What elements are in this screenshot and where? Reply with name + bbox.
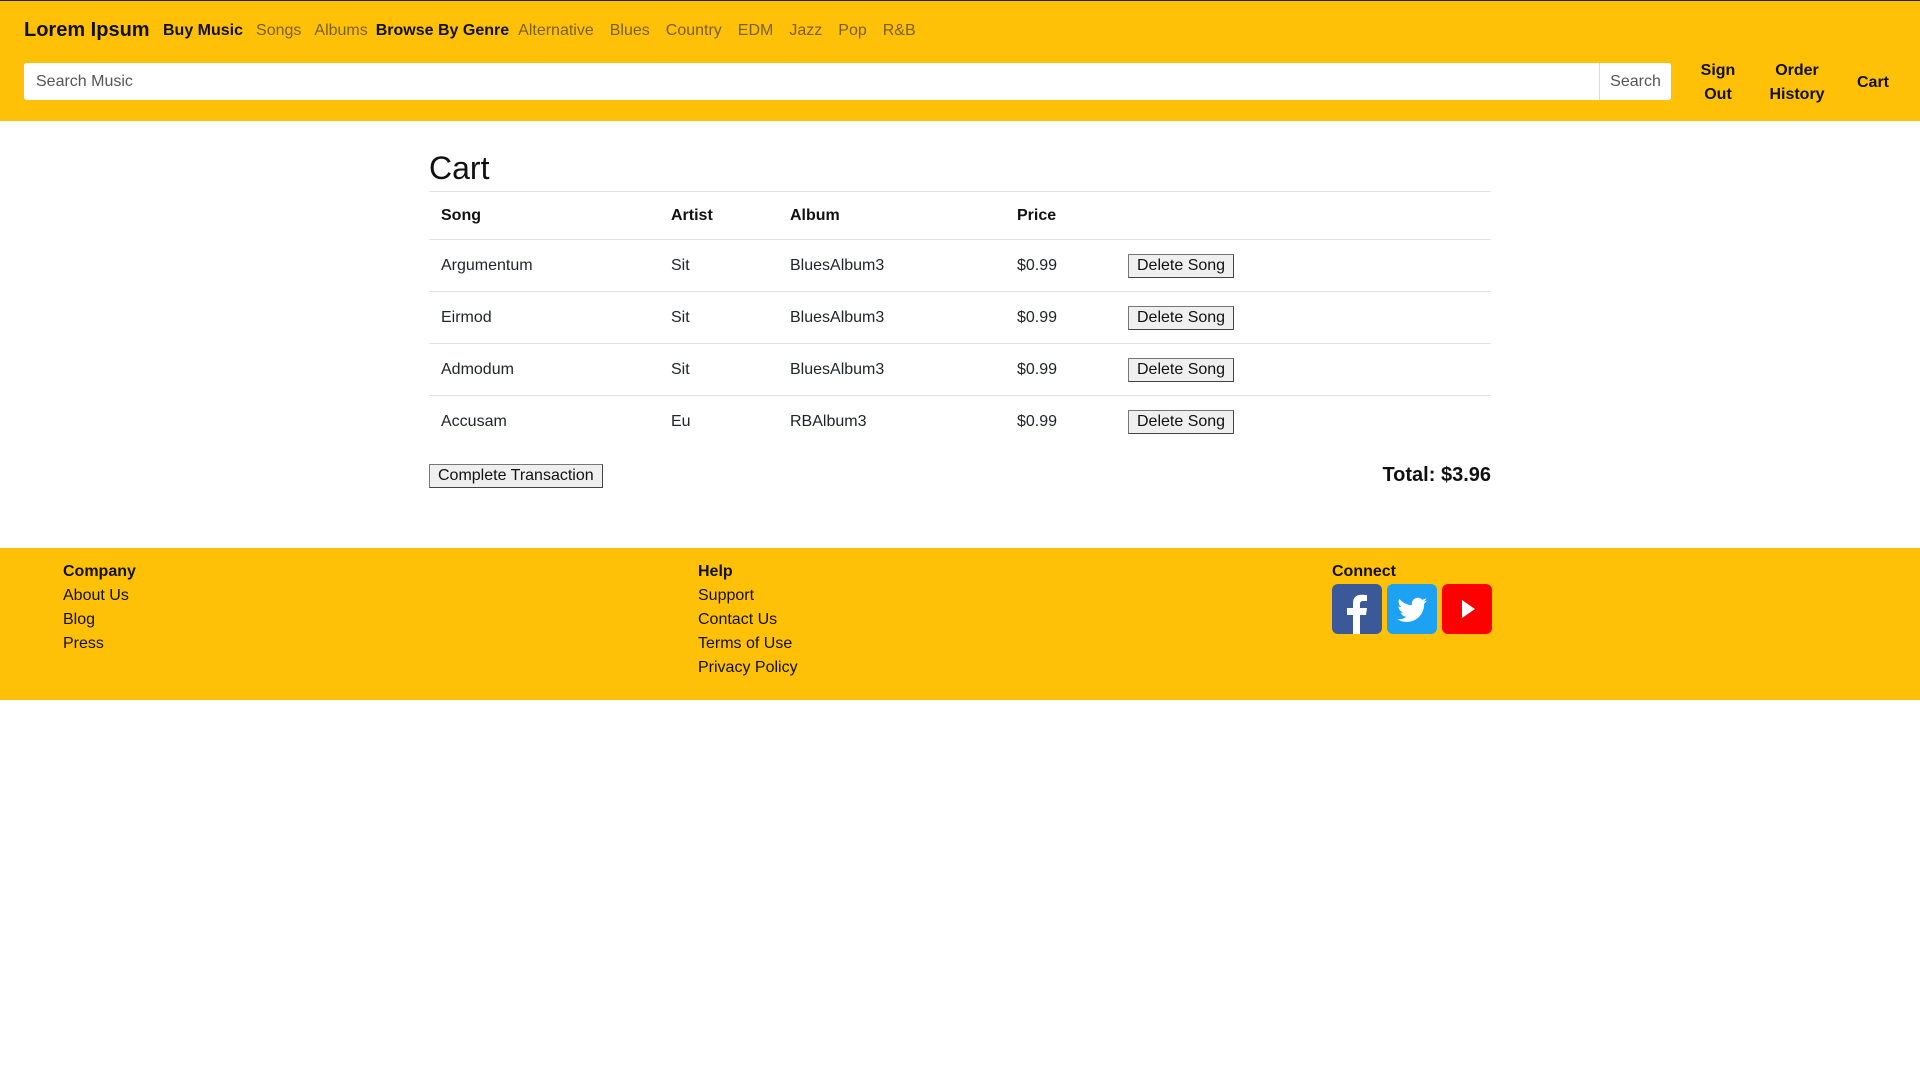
footer-link-blog[interactable]: Blog [63, 608, 136, 632]
footer: Company About Us Blog Press Help Support… [0, 548, 1920, 700]
sign-out-link[interactable]: Sign Out [1690, 59, 1746, 107]
sign-out-label-line1: Sign [1700, 62, 1736, 79]
nav-genre-edm[interactable]: EDM [738, 22, 774, 39]
delete-song-button[interactable]: Delete Song [1128, 409, 1235, 434]
order-history-link[interactable]: Order History [1762, 59, 1832, 107]
delete-song-button[interactable]: Delete Song [1128, 253, 1235, 278]
table-row: Argumentum Sit BluesAlbum3 $0.99 Delete … [429, 239, 1491, 292]
footer-help: Help Support Contact Us Terms of Use Pri… [698, 560, 798, 680]
footer-link-contact-us[interactable]: Contact Us [698, 608, 798, 632]
footer-company: Company About Us Blog Press [63, 560, 136, 656]
column-header-artist: Artist [659, 191, 778, 240]
nav-albums[interactable]: Albums [314, 22, 367, 39]
social-links [1332, 584, 1492, 634]
cell-action: Delete Song [1116, 291, 1491, 344]
footer-link-terms-of-use[interactable]: Terms of Use [698, 632, 798, 656]
search-button[interactable]: Search [1599, 63, 1671, 100]
footer-link-privacy-policy[interactable]: Privacy Policy [698, 656, 798, 680]
cell-price: $0.99 [1005, 239, 1116, 292]
sign-out-label-line2: Out [1704, 86, 1732, 103]
cell-price: $0.99 [1005, 343, 1116, 396]
nav-genre-pop[interactable]: Pop [838, 22, 866, 39]
search-input[interactable] [24, 63, 1599, 100]
cart-table: Song Artist Album Price Argumentum Sit B… [429, 191, 1491, 448]
nav-genre-rnb[interactable]: R&B [883, 22, 916, 39]
nav-browse-by-genre[interactable]: Browse By Genre [376, 22, 509, 39]
cell-action: Delete Song [1116, 395, 1491, 448]
cell-album: RBAlbum3 [778, 395, 1005, 448]
cell-artist: Sit [659, 239, 778, 292]
search-bar: Search [24, 63, 1671, 100]
cell-action: Delete Song [1116, 343, 1491, 396]
cart-total: Total: $3.96 [1382, 463, 1491, 486]
nav-songs[interactable]: Songs [256, 22, 301, 39]
cart-link[interactable]: Cart [1852, 71, 1894, 95]
top-navbar: Lorem Ipsum Buy Music Songs Albums Browse B… [0, 0, 1920, 121]
footer-link-press[interactable]: Press [63, 632, 136, 656]
column-header-song: Song [429, 191, 659, 240]
column-header-actions [1116, 191, 1491, 240]
column-header-album: Album [778, 191, 1005, 240]
footer-heading-help: Help [698, 563, 733, 580]
table-header-row: Song Artist Album Price [429, 191, 1491, 240]
cell-album: BluesAlbum3 [778, 343, 1005, 396]
footer-link-about-us[interactable]: About Us [63, 584, 136, 608]
nav-genre-country[interactable]: Country [666, 22, 722, 39]
youtube-icon[interactable] [1442, 584, 1492, 634]
column-header-price: Price [1005, 191, 1116, 240]
nav-genre-blues[interactable]: Blues [610, 22, 650, 39]
footer-heading-connect: Connect [1332, 563, 1396, 580]
facebook-icon[interactable] [1332, 584, 1382, 634]
cell-song: Admodum [429, 343, 659, 396]
nav-buy-music[interactable]: Buy Music [163, 22, 243, 39]
cell-song: Accusam [429, 395, 659, 448]
order-history-label-line2: History [1769, 86, 1825, 103]
twitter-icon[interactable] [1387, 584, 1437, 634]
cell-song: Eirmod [429, 291, 659, 344]
cell-song: Argumentum [429, 239, 659, 292]
cell-price: $0.99 [1005, 395, 1116, 448]
cell-album: BluesAlbum3 [778, 239, 1005, 292]
cell-artist: Sit [659, 343, 778, 396]
nav-genre-alternative[interactable]: Alternative [518, 22, 594, 39]
delete-song-button[interactable]: Delete Song [1128, 305, 1235, 330]
cell-artist: Sit [659, 291, 778, 344]
delete-song-button[interactable]: Delete Song [1128, 357, 1235, 382]
cell-price: $0.99 [1005, 291, 1116, 344]
brand-logo[interactable]: Lorem Ipsum [24, 19, 150, 42]
cell-artist: Eu [659, 395, 778, 448]
footer-heading-company: Company [63, 563, 136, 580]
complete-transaction-button[interactable]: Complete Transaction [429, 463, 603, 488]
table-row: Admodum Sit BluesAlbum3 $0.99 Delete Son… [429, 343, 1491, 396]
cell-album: BluesAlbum3 [778, 291, 1005, 344]
page-title: Cart [429, 150, 490, 186]
table-row: Accusam Eu RBAlbum3 $0.99 Delete Song [429, 395, 1491, 448]
table-row: Eirmod Sit BluesAlbum3 $0.99 Delete Song [429, 291, 1491, 344]
footer-connect: Connect [1332, 560, 1492, 634]
cell-action: Delete Song [1116, 239, 1491, 292]
nav-menu: Buy Music Songs Albums Browse By Genre Alter… [163, 22, 929, 40]
footer-link-support[interactable]: Support [698, 584, 798, 608]
order-history-label-line1: Order [1775, 62, 1819, 79]
cart-actions: Complete Transaction Total: $3.96 [429, 463, 1491, 524]
cart-section: Cart Song Artist Album Price Argumentum … [429, 146, 1491, 524]
nav-genre-jazz[interactable]: Jazz [789, 22, 822, 39]
